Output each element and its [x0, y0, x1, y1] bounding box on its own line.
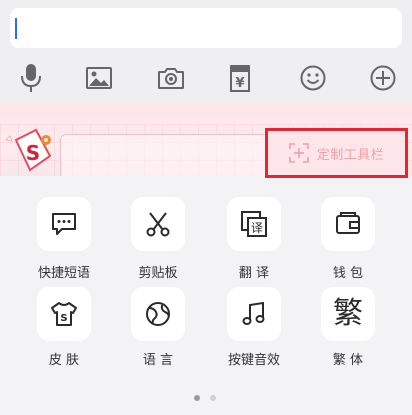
customize-toolbar-button[interactable]: 定制工具栏 — [265, 128, 408, 178]
skin-button[interactable]: S — [37, 287, 91, 341]
wallet-icon — [336, 212, 360, 234]
wallet-button[interactable] — [321, 197, 375, 251]
emoji-icon[interactable] — [296, 61, 330, 95]
image-icon[interactable] — [82, 61, 116, 95]
svg-text:¥: ¥ — [235, 76, 244, 91]
scissors-icon — [146, 212, 170, 237]
translate-icon: 译 — [241, 211, 267, 237]
add-icon[interactable] — [366, 61, 400, 95]
globe-icon — [146, 302, 170, 326]
wallet-label: 钱 包 — [332, 266, 364, 281]
brand-logo-letter: S — [26, 141, 40, 165]
traditional-chinese-button[interactable]: 繁 — [321, 287, 375, 341]
brand-logo-icon: S — [4, 128, 52, 172]
clipboard-label: 剪贴板 — [138, 266, 178, 281]
key-sound-label: 按键音效 — [227, 353, 280, 368]
translate-icon-glyph: 译 — [251, 221, 263, 235]
text-input[interactable] — [10, 8, 402, 48]
page-indicator-dot[interactable] — [210, 395, 216, 401]
microphone-icon[interactable] — [14, 61, 48, 95]
quick-phrase-label: 快捷短语 — [37, 266, 90, 281]
input-area: ¥ — [0, 0, 412, 104]
clipboard-yen-icon[interactable]: ¥ — [223, 61, 257, 95]
translate-label: 翻 译 — [238, 266, 270, 281]
traditional-chinese-label: 繁 体 — [332, 353, 364, 368]
traditional-chinese-icon: 繁 — [333, 296, 363, 331]
page-indicator-dot-active[interactable] — [194, 395, 200, 401]
music-note-icon — [242, 301, 265, 325]
language-label: 语 言 — [142, 353, 174, 368]
clipboard-button[interactable] — [131, 197, 185, 251]
quick-phrase-button[interactable] — [37, 197, 91, 251]
translate-button[interactable]: 译 — [227, 197, 281, 251]
quick-phrase-icon — [52, 213, 76, 235]
key-sound-button[interactable] — [227, 287, 281, 341]
skin-label: 皮 肤 — [48, 353, 80, 368]
customize-toolbar-label: 定制工具栏 — [316, 147, 385, 163]
camera-icon[interactable] — [154, 61, 188, 95]
skin-tshirt-icon: S — [51, 302, 77, 326]
language-button[interactable] — [131, 287, 185, 341]
skin-icon-glyph: S — [60, 313, 67, 324]
text-cursor — [15, 18, 17, 39]
customize-frame-icon — [288, 143, 309, 163]
